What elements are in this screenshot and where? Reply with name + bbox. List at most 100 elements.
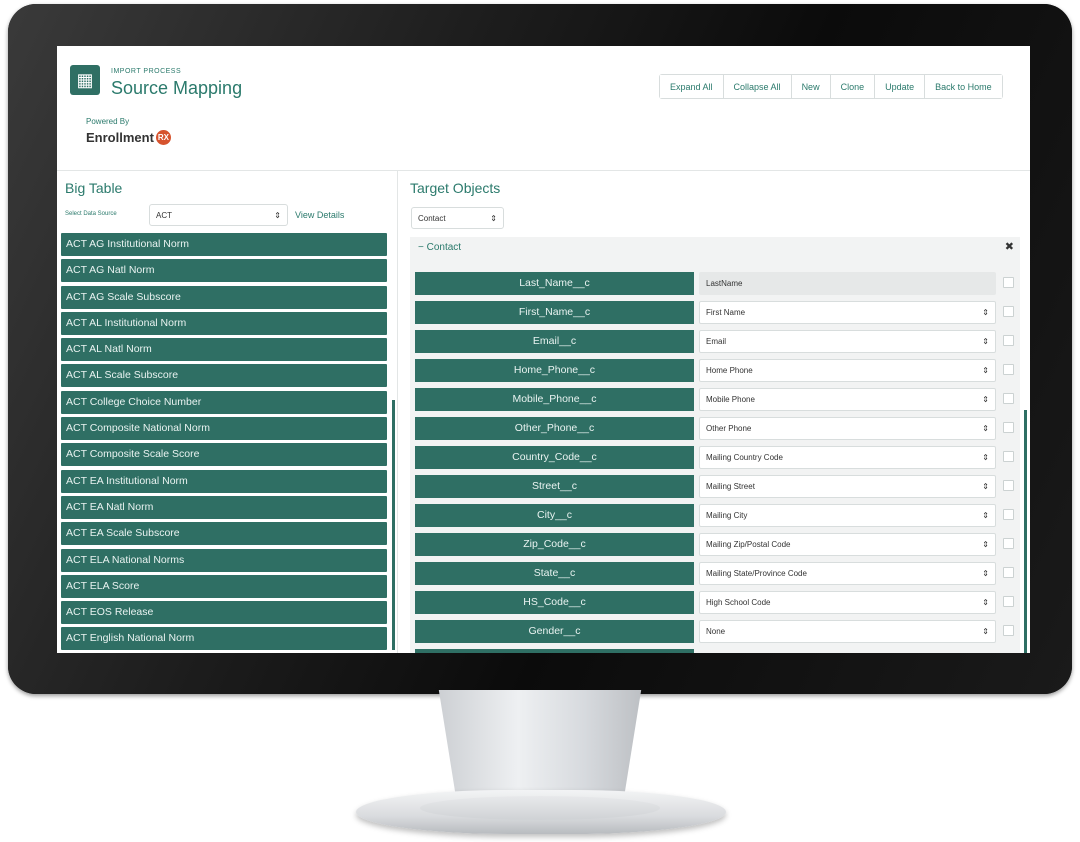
source-field-item[interactable]: ACT College Choice Number <box>61 390 387 414</box>
source-field-item[interactable]: ACT ELA Score <box>61 574 387 598</box>
mapping-row: Street__c Mailing Street ⇕ <box>415 475 1015 504</box>
source-field-label: Home_Phone__c <box>415 359 694 382</box>
mapping-checkbox[interactable] <box>1003 364 1014 375</box>
source-field-item[interactable]: ACT EA Scale Subscore <box>61 522 387 546</box>
collapse-all-button[interactable]: Collapse All <box>723 75 792 98</box>
mapping-rows: Last_Name__c LastName First_Name__c Firs… <box>415 272 1015 653</box>
target-field-select[interactable]: Mobile Phone ⇕ <box>699 388 996 411</box>
mapping-checkbox[interactable] <box>1003 567 1014 578</box>
target-field-select[interactable]: None ⇕ <box>699 620 996 643</box>
source-field-label: Country_Code__c <box>415 446 694 469</box>
clone-button[interactable]: Clone <box>830 75 876 98</box>
target-field-value: Mailing City <box>706 511 748 520</box>
data-source-label: Select Data Source <box>65 211 117 217</box>
target-field-select[interactable]: Mailing State/Province Code ⇕ <box>699 562 996 585</box>
source-field-item[interactable]: ACT AL Natl Norm <box>61 338 387 362</box>
breadcrumb: IMPORT PROCESS <box>111 68 182 75</box>
source-field-item[interactable]: ACT AG Scale Subscore <box>61 285 387 309</box>
mapping-row: City__c Mailing City ⇕ <box>415 504 1015 533</box>
mapping-checkbox[interactable] <box>1003 538 1014 549</box>
mapping-checkbox[interactable] <box>1003 422 1014 433</box>
source-field-item[interactable]: ACT AG Institutional Norm <box>61 233 387 256</box>
mapping-checkbox[interactable] <box>1003 480 1014 491</box>
new-button[interactable]: New <box>791 75 831 98</box>
mapping-checkbox[interactable] <box>1003 335 1014 346</box>
select-arrow-icon: ⇕ <box>982 482 989 491</box>
data-source-value: ACT <box>156 210 172 220</box>
select-arrow-icon: ⇕ <box>982 540 989 549</box>
close-icon[interactable]: ✖ <box>1005 240 1014 253</box>
source-field-item[interactable]: ACT EA Natl Norm <box>61 495 387 519</box>
mapping-checkbox[interactable] <box>1003 451 1014 462</box>
mapping-checkbox[interactable] <box>1003 393 1014 404</box>
monitor-stand-neck <box>438 690 642 800</box>
source-field-item[interactable]: ACT EOS Release <box>61 601 387 625</box>
source-field-label-partial <box>415 649 694 653</box>
target-field-select[interactable]: Mailing Street ⇕ <box>699 475 996 498</box>
source-field-item[interactable]: ACT ELA National Norms <box>61 548 387 572</box>
target-field-select[interactable]: Home Phone ⇕ <box>699 359 996 382</box>
target-field-value: Mailing State/Province Code <box>706 569 807 578</box>
source-field-item[interactable]: ACT AL Institutional Norm <box>61 311 387 335</box>
select-arrow-icon: ⇕ <box>982 569 989 578</box>
target-field-select[interactable]: High School Code ⇕ <box>699 591 996 614</box>
target-field-select[interactable]: Mailing Zip/Postal Code ⇕ <box>699 533 996 556</box>
source-field-label: Gender__c <box>415 620 694 643</box>
mapping-row: Country_Code__c Mailing Country Code ⇕ <box>415 446 1015 475</box>
select-arrow-icon: ⇕ <box>982 424 989 433</box>
source-panel-title: Big Table <box>65 180 123 196</box>
select-arrow-icon: ⇕ <box>982 308 989 317</box>
select-arrow-icon: ⇕ <box>982 395 989 404</box>
update-button[interactable]: Update <box>875 75 926 98</box>
source-field-label: HS_Code__c <box>415 591 694 614</box>
select-arrow-icon: ⇕ <box>982 598 989 607</box>
expand-all-button[interactable]: Expand All <box>660 75 724 98</box>
contact-section-header[interactable]: − Contact <box>418 242 461 253</box>
target-field-select[interactable]: Mailing Country Code ⇕ <box>699 446 996 469</box>
mapping-checkbox[interactable] <box>1003 625 1014 636</box>
source-field-item[interactable]: ACT English National Norm <box>61 627 387 651</box>
source-field-label: Street__c <box>415 475 694 498</box>
logo-badge: RX <box>155 130 171 145</box>
mapping-checkbox[interactable] <box>1003 306 1014 317</box>
mapping-checkbox[interactable] <box>1003 596 1014 607</box>
mapping-checkbox[interactable] <box>1003 277 1014 288</box>
source-field-item[interactable]: ACT AG Natl Norm <box>61 259 387 283</box>
section-title: Contact <box>426 242 462 253</box>
source-field-item[interactable]: ACT Composite Scale Score <box>61 443 387 467</box>
select-arrow-icon: ⇕ <box>982 366 989 375</box>
source-field-label: Other_Phone__c <box>415 417 694 440</box>
target-object-select[interactable]: Contact ⇕ <box>411 207 504 229</box>
data-source-select[interactable]: ACT ⇕ <box>149 204 288 226</box>
mapping-checkbox[interactable] <box>1003 509 1014 520</box>
source-panel: Big Table Select Data Source ACT ⇕ View … <box>57 170 398 653</box>
target-field-value: High School Code <box>706 598 771 607</box>
source-field-item[interactable]: ACT Composite National Norm <box>61 417 387 441</box>
select-arrow-icon: ⇕ <box>982 511 989 520</box>
target-field-select[interactable]: Mailing City ⇕ <box>699 504 996 527</box>
contact-section: − Contact ✖ Last_Name__c LastName First_… <box>410 237 1020 653</box>
target-field-select[interactable]: First Name ⇕ <box>699 301 996 324</box>
source-field-label: Mobile_Phone__c <box>415 388 694 411</box>
target-field-value: Mailing Country Code <box>706 453 783 462</box>
target-field-select[interactable]: Email ⇕ <box>699 330 996 353</box>
select-arrow-icon: ⇕ <box>490 213 497 223</box>
mapping-row <box>415 649 1015 653</box>
mapping-row: First_Name__c First Name ⇕ <box>415 301 1015 330</box>
source-field-label: City__c <box>415 504 694 527</box>
monitor-stand-base-inner <box>420 796 660 820</box>
source-field-item[interactable]: ACT AL Scale Subscore <box>61 364 387 388</box>
target-list-scrollbar[interactable] <box>1024 410 1027 653</box>
source-field-label: Zip_Code__c <box>415 533 694 556</box>
back-to-home-button[interactable]: Back to Home <box>925 75 1002 98</box>
mapping-row: Mobile_Phone__c Mobile Phone ⇕ <box>415 388 1015 417</box>
view-details-link[interactable]: View Details <box>295 210 344 220</box>
mapping-row: State__c Mailing State/Province Code ⇕ <box>415 562 1015 591</box>
select-arrow-icon: ⇕ <box>274 210 281 220</box>
source-field-item[interactable]: ACT EA Institutional Norm <box>61 469 387 493</box>
collapse-icon[interactable]: − <box>418 242 424 253</box>
mapping-row: Email__c Email ⇕ <box>415 330 1015 359</box>
enrollment-rx-logo: Enrollment RX <box>86 130 171 145</box>
source-list-scrollbar[interactable] <box>392 400 395 650</box>
target-field-select[interactable]: Other Phone ⇕ <box>699 417 996 440</box>
